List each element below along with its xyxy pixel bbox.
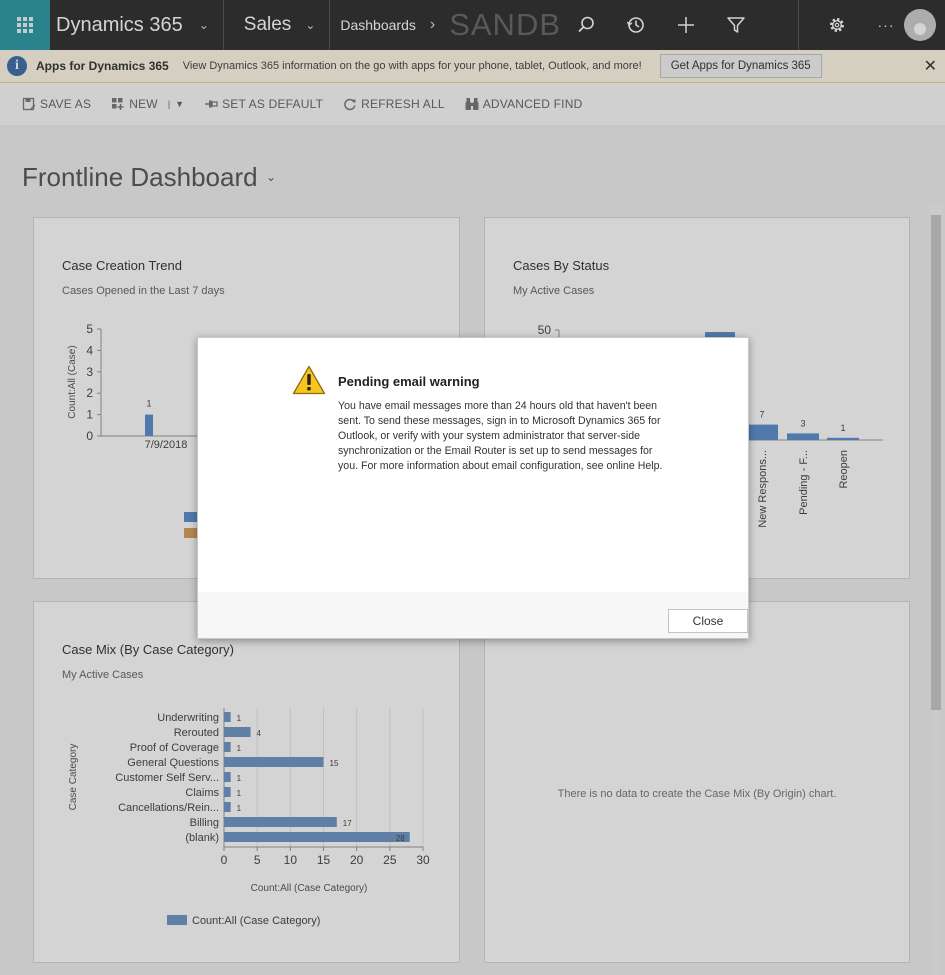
dialog-footer: Close — [198, 592, 748, 638]
warning-icon — [292, 365, 326, 395]
pending-email-warning-dialog: Pending email warning You have email mes… — [197, 337, 749, 639]
dialog-message: You have email messages more than 24 hou… — [338, 400, 663, 472]
close-button[interactable]: Close — [668, 609, 748, 633]
dialog-title: Pending email warning — [338, 374, 480, 389]
